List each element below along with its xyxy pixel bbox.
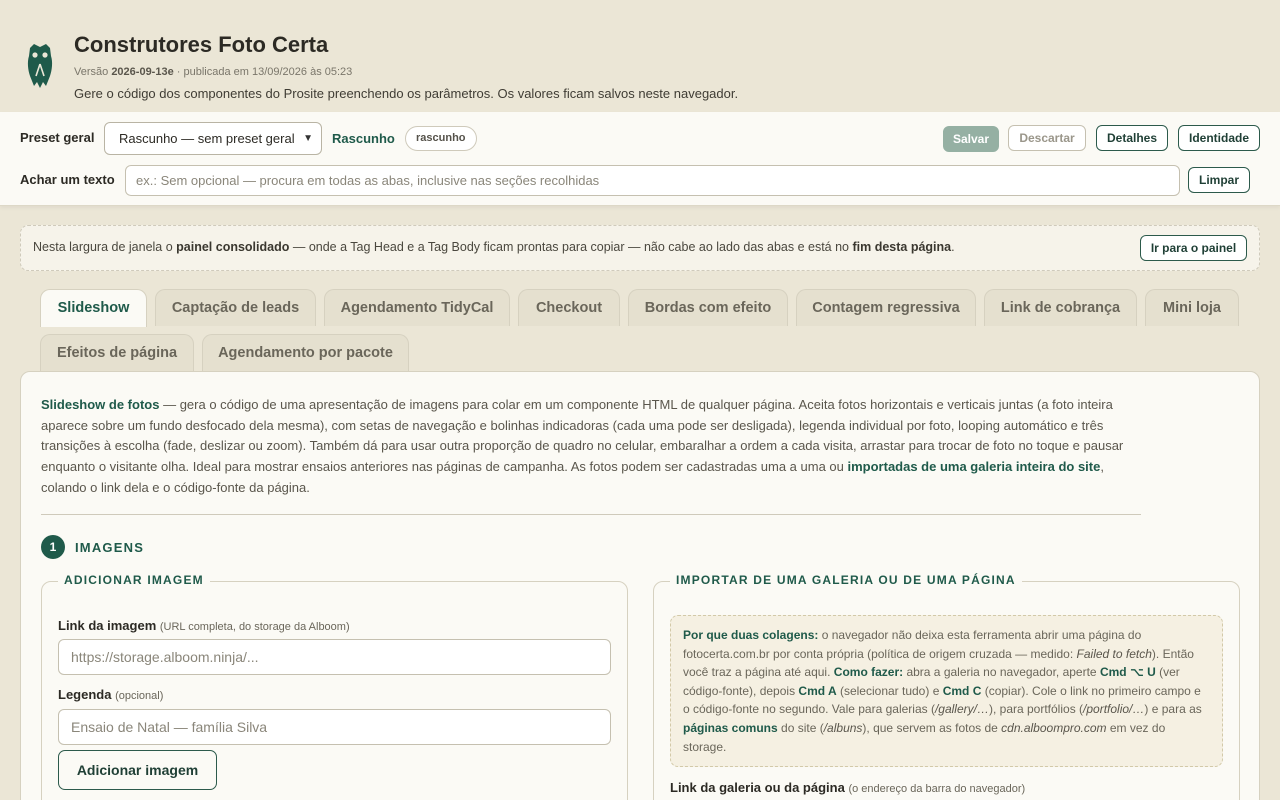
add-image-legend: ADICIONAR IMAGEM xyxy=(58,573,210,587)
save-button[interactable]: Salvar xyxy=(943,126,999,152)
clear-button[interactable]: Limpar xyxy=(1188,167,1250,193)
tab-effect-borders[interactable]: Bordas com efeito xyxy=(628,289,788,326)
tab-package-booking[interactable]: Agendamento por pacote xyxy=(202,334,409,371)
image-link-input[interactable]: https://storage.alboom.ninja/... xyxy=(58,639,611,675)
app-header: Construtores Foto Certa Versão 2026-09-1… xyxy=(0,0,1280,112)
notice-text: Nesta largura de janela o painel consoli… xyxy=(33,240,955,254)
owl-icon xyxy=(27,44,53,88)
draft-label: Rascunho xyxy=(332,131,395,146)
tab-lead-capture[interactable]: Captação de leads xyxy=(155,289,316,326)
tab-payment-link[interactable]: Link de cobrança xyxy=(984,289,1137,326)
details-button[interactable]: Detalhes xyxy=(1096,125,1168,151)
divider xyxy=(41,514,1141,515)
tab-tidycal[interactable]: Agendamento TidyCal xyxy=(324,289,510,326)
search-input[interactable]: ex.: Sem opcional — procura em todas as … xyxy=(125,165,1180,196)
import-instructions: Por que duas colagens: o navegador não d… xyxy=(670,615,1223,767)
draft-badge: rascunho xyxy=(405,126,477,151)
caption-input[interactable]: Ensaio de Natal — família Silva xyxy=(58,709,611,745)
preset-select[interactable]: Rascunho — sem preset geral ▼ xyxy=(104,122,322,155)
slideshow-panel: Slideshow de fotos — gera o código de um… xyxy=(20,371,1260,800)
app-subtitle: Gere o código dos componentes do Prosite… xyxy=(74,86,739,101)
caption-label: Legenda (opcional) xyxy=(58,687,164,702)
tab-slideshow[interactable]: Slideshow xyxy=(40,289,147,327)
preset-label: Preset geral xyxy=(20,130,95,145)
import-gallery-section: IMPORTAR DE UMA GALERIA OU DE UMA PÁGINA… xyxy=(653,573,1240,800)
step-title: IMAGENS xyxy=(75,540,145,555)
image-link-label: Link da imagem (URL completa, do storage… xyxy=(58,618,350,633)
chevron-down-icon: ▼ xyxy=(303,133,313,144)
version-info: Versão 2026-09-13e · publicada em 13/09/… xyxy=(74,66,353,78)
layout-notice: Nesta largura de janela o painel consoli… xyxy=(20,225,1260,271)
step-number: 1 xyxy=(41,535,65,559)
toolbar: Preset geral Rascunho — sem preset geral… xyxy=(0,112,1280,206)
add-image-section: ADICIONAR IMAGEM Link da imagem (URL com… xyxy=(41,573,628,800)
tab-countdown[interactable]: Contagem regressiva xyxy=(796,289,976,326)
import-legend: IMPORTAR DE UMA GALERIA OU DE UMA PÁGINA xyxy=(670,573,1022,587)
search-label: Achar um texto xyxy=(20,172,115,187)
identity-button[interactable]: Identidade xyxy=(1178,125,1260,151)
app-title: Construtores Foto Certa xyxy=(74,32,329,57)
tab-checkout[interactable]: Checkout xyxy=(518,289,620,326)
slideshow-description: Slideshow de fotos — gera o código de um… xyxy=(41,397,1124,495)
tab-page-effects[interactable]: Efeitos de página xyxy=(40,334,194,371)
discard-button[interactable]: Descartar xyxy=(1008,125,1086,151)
tab-mini-store[interactable]: Mini loja xyxy=(1145,289,1239,326)
add-image-button[interactable]: Adicionar imagem xyxy=(58,750,217,790)
go-to-panel-button[interactable]: Ir para o painel xyxy=(1140,235,1247,261)
gallery-link-label: Link da galeria ou da página (o endereço… xyxy=(670,780,1026,795)
